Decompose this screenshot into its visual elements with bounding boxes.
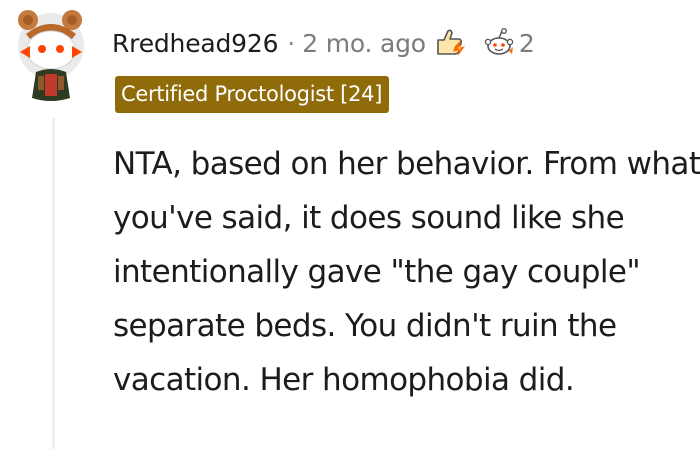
comment-body: NTA, based on her behavior. From what yo…	[113, 146, 700, 398]
thread-line[interactable]	[52, 118, 55, 449]
comment-timestamp[interactable]: 2 mo. ago	[302, 29, 426, 58]
user-flair: Certified Proctologist [24]	[115, 76, 390, 113]
user-avatar[interactable]	[12, 6, 90, 108]
helpful-hand-award-icon[interactable]	[432, 26, 468, 60]
snoo-award-icon[interactable]	[482, 26, 518, 60]
author-link[interactable]: Rredhead926	[112, 29, 278, 58]
snoo-avatar-icon	[18, 10, 84, 101]
award-count: 2	[518, 28, 535, 58]
meta-separator: ·	[287, 28, 296, 58]
comment-meta: Rredhead926 · 2 mo. ago 2	[112, 26, 535, 60]
